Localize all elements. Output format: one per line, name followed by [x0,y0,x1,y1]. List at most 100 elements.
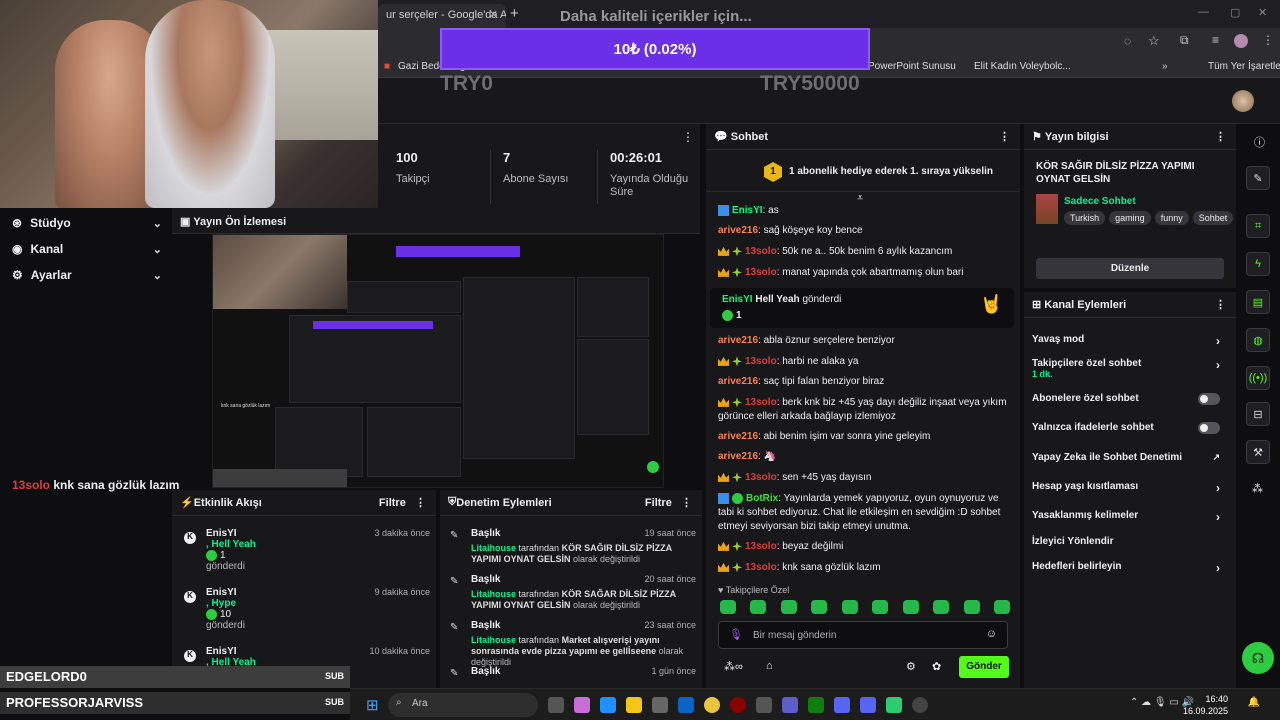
more-options-icon[interactable]: ⋮ [1215,298,1226,311]
community-icon[interactable]: ⁂ [1252,482,1263,495]
app-icon[interactable] [912,697,928,713]
discord-icon[interactable] [860,697,876,713]
chat-tools-icon[interactable]: ⁂∞ [724,660,743,673]
edge-icon[interactable] [600,697,616,713]
chat-user[interactable]: arive216 [718,376,758,387]
notifications-icon[interactable]: 🔔 [1248,697,1260,708]
copilot-icon[interactable] [574,697,590,713]
layout-icon[interactable]: ⊟ [1246,402,1270,426]
app-icon[interactable] [886,697,902,713]
minimize-icon[interactable]: — [1198,6,1209,18]
chat-user[interactable]: 13solo [745,356,777,367]
activity-filter[interactable]: Filtre ⋮ [379,496,426,509]
emote-icon[interactable] [841,600,858,614]
nav-item-channel[interactable]: ◉ Kanal ⌄ [12,242,162,256]
clip-icon[interactable]: ⌗ [1246,214,1270,238]
emote-icon[interactable] [963,600,980,614]
outlook-icon[interactable] [678,697,694,713]
obs-icon[interactable] [730,697,746,713]
discord-icon[interactable] [834,697,850,713]
chat-user[interactable]: 13solo [745,246,777,257]
broadcast-icon[interactable]: ((•)) [1246,366,1270,390]
wrench-icon[interactable]: ⚒ [1246,440,1270,464]
store-icon[interactable] [652,697,668,713]
emote-icon[interactable] [811,600,828,614]
browser-tab[interactable]: ur serçeler - Google'da Ara ✕ [378,4,506,28]
chat-user[interactable]: 13solo [745,267,777,278]
subs-only-toggle[interactable] [1198,393,1220,405]
nav-item-studio[interactable]: ⊛ Stüdyo ⌄ [12,216,162,230]
action-banned-words[interactable]: Yasaklanmış kelimeler › [1032,510,1228,524]
chat-input[interactable]: 🎙 Bir mesaj gönderin ☺ [718,621,1008,649]
app-icon[interactable] [756,697,772,713]
teams-icon[interactable] [782,697,798,713]
new-tab-icon[interactable]: + [510,5,519,22]
pinned-goal[interactable]: 1 1 abonelik hediye ederek 1. sıraya yük… [706,152,1020,192]
menu-icon[interactable]: ⋮ [1262,33,1274,47]
taskbar-search[interactable]: ⌕ Ara [388,693,538,717]
extensions-icon[interactable]: ⧉ [1180,33,1189,48]
bookmark-item[interactable]: PowerPoint Sunusu [868,61,956,72]
emote-icon[interactable] [872,600,889,614]
all-bookmarks[interactable]: Tüm Yer İşaretleri [1208,61,1280,72]
chat-user[interactable]: 13solo [745,397,777,408]
preview-video[interactable]: knk sana gözlük lazım [212,234,664,488]
action-followers-only[interactable]: Takipçilere özel sohbet 1 dk. › [1032,358,1228,379]
reading-list-icon[interactable]: ≡ [1212,33,1219,47]
task-view-icon[interactable] [548,697,564,713]
emote-icon[interactable] [750,600,767,614]
emote-icon[interactable] [720,600,736,614]
eye-slash-icon[interactable]: ◌ [1124,34,1131,48]
more-options-icon[interactable]: ⋮ [682,130,694,144]
more-options-icon[interactable]: ⋮ [999,130,1010,143]
help-headset-icon[interactable]: ☊ [1242,642,1274,674]
action-account-age[interactable]: Hesap yaşı kısıtlaması › [1032,481,1228,495]
chat-user[interactable]: EnisYI [732,205,763,216]
chat-user[interactable]: 13solo [745,472,777,483]
chat-bubble-icon[interactable]: ◍ [1246,328,1270,352]
stream-category[interactable]: Sadece Sohbet [1064,196,1136,207]
user-avatar[interactable] [1232,90,1254,112]
more-options-icon[interactable]: ⋮ [1215,130,1226,143]
edit-icon[interactable]: ✎ [1246,166,1270,190]
emoji-icon[interactable]: ☺ [986,628,997,640]
action-goals[interactable]: Hedefleri belirleyin › [1032,561,1228,575]
profile-icon[interactable] [1234,34,1248,48]
emote-icon[interactable] [780,600,797,614]
taskbar-clock[interactable]: 16:40 16.09.2025 [1183,693,1228,717]
lightning-icon[interactable]: ϟ [1246,252,1270,276]
chat-user[interactable]: arive216 [718,431,758,442]
chat-user[interactable]: arive216 [718,451,758,462]
more-bookmarks-icon[interactable]: » [1162,61,1168,72]
moderation-filter[interactable]: Filtre ⋮ [645,496,692,509]
gift-user[interactable]: EnisYI [722,294,753,305]
chat-user[interactable]: 13solo [745,541,777,552]
info-icon[interactable]: ⓘ [1254,134,1265,150]
chat-user[interactable]: arive216 [718,335,758,346]
windows-start-icon[interactable]: ⊞ [366,696,379,714]
edit-button[interactable]: Düzenle [1036,258,1224,279]
chat-user[interactable]: 13solo [745,562,777,573]
xbox-icon[interactable] [808,697,824,713]
document-icon[interactable]: ▤ [1246,290,1270,314]
action-slow-mode[interactable]: Yavaş mod › [1032,334,1228,348]
maximize-icon[interactable]: ▢ [1230,6,1240,19]
chat-user[interactable]: BotRix [746,493,778,504]
emote-icon[interactable] [933,600,950,614]
emote-icon[interactable] [902,600,919,614]
microphone-icon[interactable]: 🎙 [729,628,743,641]
chat-user[interactable]: arive216 [718,225,758,236]
emote-icon[interactable] [993,600,1010,614]
close-tab-icon[interactable]: ✕ [489,8,498,21]
action-ai-moderation[interactable]: Yapay Zeka ile Sohbet Denetimi ↗ [1032,452,1228,463]
file-explorer-icon[interactable] [626,697,642,713]
store-icon[interactable]: ⌂ [766,660,773,672]
star-icon[interactable]: ☆ [1148,33,1160,49]
bookmark-item[interactable]: Elit Kadın Voleybolc... [974,61,1071,72]
emote-picker-icon[interactable]: ✿ [932,660,941,673]
gear-icon[interactable]: ⚙ [906,660,916,673]
action-raid[interactable]: İzleyici Yönlendir [1032,536,1228,547]
emotes-only-toggle[interactable] [1198,422,1220,434]
chrome-icon[interactable] [704,697,720,713]
send-button[interactable]: Gönder [959,656,1009,678]
